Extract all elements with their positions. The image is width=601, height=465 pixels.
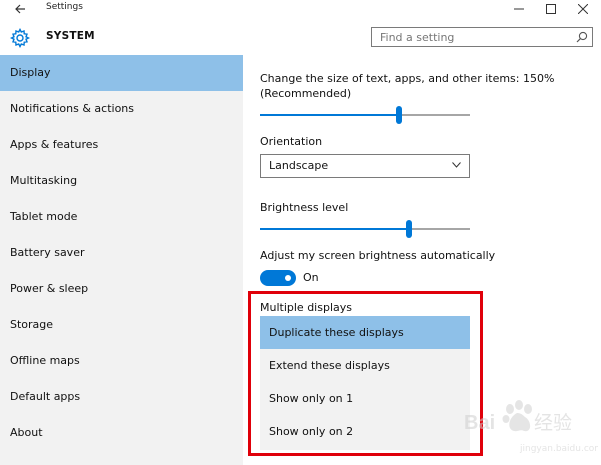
title-bar: Settings bbox=[0, 0, 601, 20]
close-icon bbox=[577, 3, 589, 15]
option-show-only-2[interactable]: Show only on 2 bbox=[260, 415, 470, 448]
scale-slider[interactable] bbox=[260, 106, 470, 124]
orientation-value: Landscape bbox=[269, 159, 329, 172]
search-icon[interactable] bbox=[576, 31, 588, 43]
auto-brightness-toggle[interactable] bbox=[260, 270, 296, 286]
auto-brightness-state: On bbox=[303, 271, 319, 284]
brightness-slider[interactable] bbox=[260, 220, 470, 238]
option-show-only-1[interactable]: Show only on 1 bbox=[260, 382, 470, 415]
search-box[interactable] bbox=[371, 27, 593, 47]
sidebar-item-storage[interactable]: Storage bbox=[0, 307, 243, 343]
maximize-button[interactable] bbox=[536, 0, 566, 18]
sidebar-item-notifications[interactable]: Notifications & actions bbox=[0, 91, 243, 127]
baidu-watermark-logo: Bai 经验 jingyan.baidu.com bbox=[464, 400, 598, 454]
brightness-label: Brightness level bbox=[260, 201, 349, 214]
chevron-down-icon bbox=[452, 162, 461, 168]
toggle-knob bbox=[285, 275, 291, 281]
back-arrow-icon bbox=[15, 4, 25, 14]
svg-text:jingyan.baidu.com: jingyan.baidu.com bbox=[519, 444, 598, 454]
sidebar-item-display[interactable]: Display bbox=[0, 55, 243, 91]
window-title: Settings bbox=[46, 2, 83, 12]
gear-icon bbox=[10, 28, 30, 48]
orientation-label: Orientation bbox=[260, 135, 323, 148]
search-input[interactable] bbox=[372, 28, 576, 46]
svg-text:经验: 经验 bbox=[534, 412, 572, 434]
page-title: SYSTEM bbox=[46, 30, 95, 42]
scale-slider-thumb[interactable] bbox=[395, 106, 402, 124]
sidebar-item-offline-maps[interactable]: Offline maps bbox=[0, 343, 243, 379]
orientation-dropdown[interactable]: Landscape bbox=[260, 154, 470, 178]
multiple-displays-label: Multiple displays bbox=[260, 301, 352, 314]
sidebar-item-battery-saver[interactable]: Battery saver bbox=[0, 235, 243, 271]
sidebar-item-apps-features[interactable]: Apps & features bbox=[0, 127, 243, 163]
scroll-hint bbox=[352, 48, 522, 63]
svg-text:Bai: Bai bbox=[464, 412, 495, 434]
option-duplicate-displays[interactable]: Duplicate these displays bbox=[260, 316, 470, 349]
option-extend-displays[interactable]: Extend these displays bbox=[260, 349, 470, 382]
multiple-displays-list: Duplicate these displays Extend these di… bbox=[260, 316, 470, 450]
sidebar: Display Notifications & actions Apps & f… bbox=[0, 55, 243, 465]
brightness-slider-thumb[interactable] bbox=[406, 220, 413, 238]
close-button[interactable] bbox=[568, 0, 598, 18]
minimize-icon bbox=[514, 8, 524, 10]
scale-label-recommended: (Recommended) bbox=[260, 87, 352, 100]
sidebar-item-default-apps[interactable]: Default apps bbox=[0, 379, 243, 415]
auto-brightness-label: Adjust my screen brightness automaticall… bbox=[260, 249, 496, 262]
sidebar-item-about[interactable]: About bbox=[0, 415, 243, 451]
sidebar-item-power-sleep[interactable]: Power & sleep bbox=[0, 271, 243, 307]
back-button[interactable] bbox=[8, 0, 32, 18]
maximize-icon bbox=[546, 4, 556, 14]
scale-label: Change the size of text, apps, and other… bbox=[260, 72, 555, 85]
sidebar-item-tablet-mode[interactable]: Tablet mode bbox=[0, 199, 243, 235]
sidebar-item-multitasking[interactable]: Multitasking bbox=[0, 163, 243, 199]
minimize-button[interactable] bbox=[504, 0, 534, 18]
scale-slider-fill bbox=[260, 114, 399, 116]
brightness-slider-fill bbox=[260, 228, 410, 230]
